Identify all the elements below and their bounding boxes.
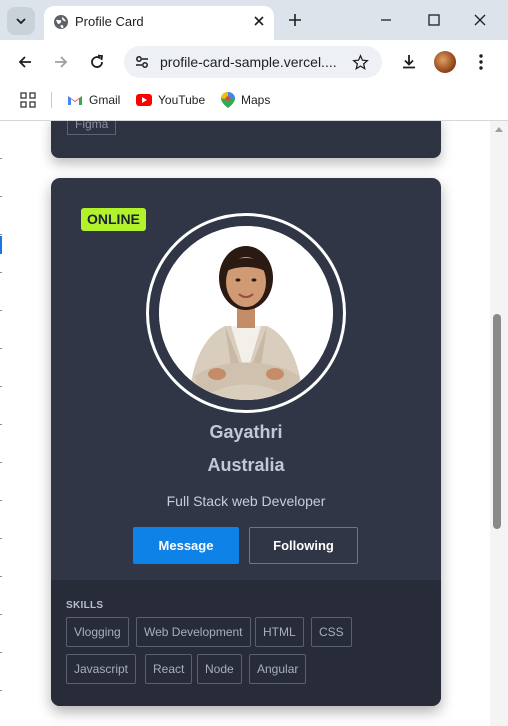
close-tab-button[interactable] bbox=[250, 12, 268, 30]
skills-section: SKILLS Vlogging Web Development HTML CSS… bbox=[51, 580, 441, 706]
profile-location: Australia bbox=[207, 455, 285, 475]
browser-toolbar: profile-card-sample.vercel.... bbox=[0, 40, 508, 84]
address-bar[interactable]: profile-card-sample.vercel.... bbox=[124, 46, 382, 78]
profile-photo bbox=[159, 226, 333, 400]
skill-tag: Javascript bbox=[66, 654, 137, 684]
apps-grid-icon[interactable] bbox=[20, 92, 36, 108]
bookmarks-bar: Gmail YouTube Maps bbox=[0, 84, 508, 116]
profile-name: Gayathri bbox=[209, 422, 283, 442]
minimize-icon bbox=[381, 19, 391, 21]
maps-icon bbox=[221, 92, 235, 108]
reload-icon bbox=[91, 54, 104, 68]
bookmark-label: Gmail bbox=[89, 93, 121, 107]
profile-card: ONLINE Gayathri Australia Full Stack web… bbox=[51, 178, 441, 706]
window-close-button[interactable] bbox=[468, 8, 492, 32]
window-edge bbox=[0, 121, 2, 726]
back-button[interactable] bbox=[13, 50, 37, 74]
skill-tag: HTML bbox=[255, 617, 304, 647]
bookmark-label: YouTube bbox=[158, 93, 206, 107]
close-icon bbox=[254, 16, 264, 26]
new-tab-button[interactable] bbox=[284, 9, 306, 31]
tab-strip: Profile Card bbox=[0, 0, 508, 40]
menu-button[interactable] bbox=[469, 50, 493, 74]
message-button[interactable]: Message bbox=[133, 527, 239, 564]
tab-search-button[interactable] bbox=[7, 7, 35, 35]
reload-button[interactable] bbox=[85, 50, 109, 74]
window-edge-highlight bbox=[0, 236, 2, 254]
page-scrollbar[interactable] bbox=[490, 121, 508, 726]
skill-tag: Web Development bbox=[136, 617, 251, 647]
globe-icon bbox=[54, 15, 68, 29]
site-info-button[interactable] bbox=[132, 52, 152, 72]
page-viewport: Figma ONLINE Gayathri Australia Full Sta… bbox=[0, 121, 508, 726]
tune-icon bbox=[136, 56, 148, 68]
close-icon bbox=[474, 14, 486, 26]
more-vert-icon bbox=[479, 54, 483, 70]
skill-tag: Angular bbox=[249, 654, 307, 684]
plus-icon bbox=[289, 14, 301, 26]
skill-tag: Vlogging bbox=[66, 617, 129, 647]
following-button[interactable]: Following bbox=[249, 527, 358, 564]
previous-profile-card: Figma bbox=[51, 121, 441, 158]
bookmark-maps[interactable]: Maps bbox=[221, 92, 270, 108]
maximize-icon bbox=[428, 14, 440, 26]
bookmark-star-button[interactable] bbox=[348, 50, 372, 74]
arrow-right-icon bbox=[55, 56, 68, 68]
scrollbar-thumb[interactable] bbox=[493, 314, 501, 529]
skill-tag: Figma bbox=[67, 121, 117, 135]
youtube-icon bbox=[136, 94, 152, 106]
star-icon bbox=[351, 53, 369, 70]
downloads-button[interactable] bbox=[397, 50, 421, 74]
chevron-down-icon bbox=[16, 18, 26, 25]
bookmark-label: Maps bbox=[241, 93, 271, 107]
tab-title: Profile Card bbox=[75, 14, 144, 29]
status-badge: ONLINE bbox=[81, 208, 146, 231]
minimize-button[interactable] bbox=[374, 8, 398, 32]
forward-button[interactable] bbox=[49, 50, 73, 74]
browser-tab[interactable]: Profile Card bbox=[44, 6, 274, 40]
skill-tag: CSS bbox=[311, 617, 352, 647]
arrow-left-icon bbox=[18, 56, 31, 68]
scroll-up-arrow-icon[interactable] bbox=[495, 127, 503, 132]
skills-heading: SKILLS bbox=[66, 600, 104, 611]
download-icon bbox=[403, 55, 415, 69]
bookmark-gmail[interactable]: Gmail bbox=[67, 92, 120, 108]
gmail-icon bbox=[68, 96, 82, 105]
bookmark-youtube[interactable]: YouTube bbox=[136, 92, 205, 108]
skill-tag: Node bbox=[197, 654, 242, 684]
avatar bbox=[159, 226, 333, 400]
url-text[interactable]: profile-card-sample.vercel.... bbox=[160, 54, 337, 70]
avatar-ring bbox=[146, 213, 346, 413]
profile-avatar[interactable] bbox=[434, 51, 456, 73]
skill-tag: React bbox=[145, 654, 193, 684]
maximize-button[interactable] bbox=[422, 8, 446, 32]
bookmarks-separator bbox=[51, 92, 52, 108]
profile-job-title: Full Stack web Developer bbox=[166, 493, 326, 509]
